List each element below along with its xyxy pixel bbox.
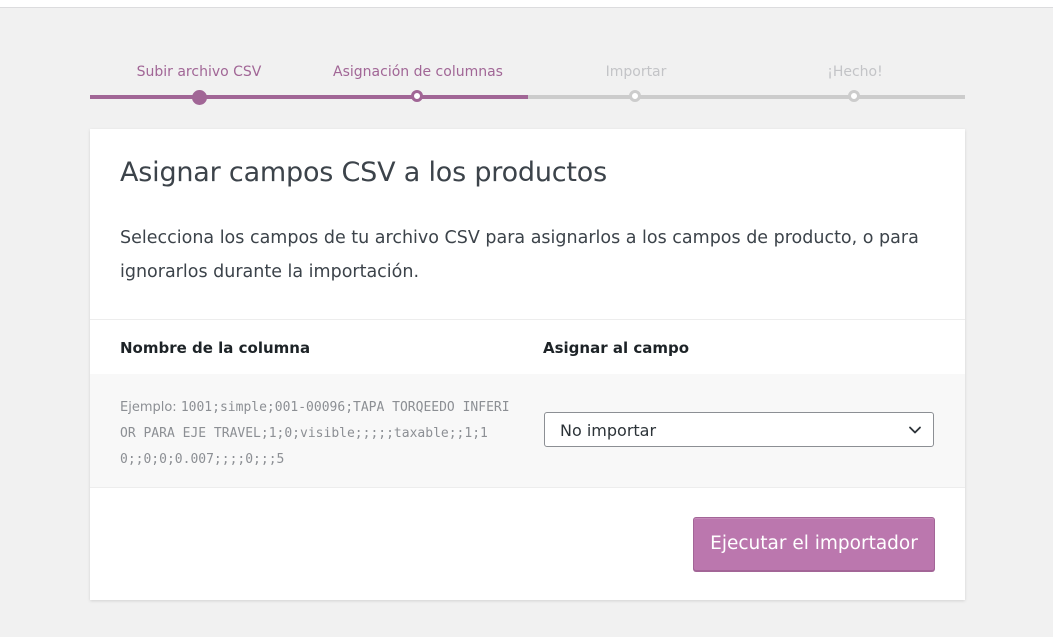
run-importer-button[interactable]: Ejecutar el importador <box>693 517 935 571</box>
map-field-select[interactable]: No importar <box>544 412 934 447</box>
step-label: Asignación de columnas <box>333 64 503 80</box>
column-name-header: Nombre de la columna <box>120 339 311 357</box>
step-import: Importar <box>527 58 745 102</box>
steps-progress <box>90 95 528 99</box>
card-title: Asignar campos CSV a los productos <box>120 157 607 188</box>
step-done: ¡Hecho! <box>746 58 964 102</box>
table-row: Ejemplo: 1001;simple;001-00096;TAPA TORQ… <box>90 374 965 488</box>
step-dot <box>192 90 207 105</box>
select-value: No importar <box>560 421 657 440</box>
mapping-card: Asignar campos CSV a los productos Selec… <box>90 129 965 600</box>
import-steps: Subir archivo CSV Asignación de columnas… <box>90 58 965 108</box>
map-to-field-header: Asignar al campo <box>543 339 690 357</box>
step-upload-csv: Subir archivo CSV <box>90 58 308 105</box>
step-label: ¡Hecho! <box>827 64 883 80</box>
step-column-mapping: Asignación de columnas <box>309 58 527 102</box>
step-dot <box>411 90 423 102</box>
chevron-down-icon <box>909 426 921 434</box>
divider <box>90 319 965 320</box>
step-label: Subir archivo CSV <box>136 64 262 80</box>
step-dot <box>629 90 641 102</box>
step-dot <box>848 90 860 102</box>
card-description: Selecciona los campos de tu archivo CSV … <box>120 228 919 282</box>
column-sample: Ejemplo: 1001;simple;001-00096;TAPA TORQ… <box>120 395 510 473</box>
sample-prefix: Ejemplo: <box>120 400 181 415</box>
step-label: Importar <box>605 64 667 80</box>
admin-bar-edge <box>0 0 1053 8</box>
